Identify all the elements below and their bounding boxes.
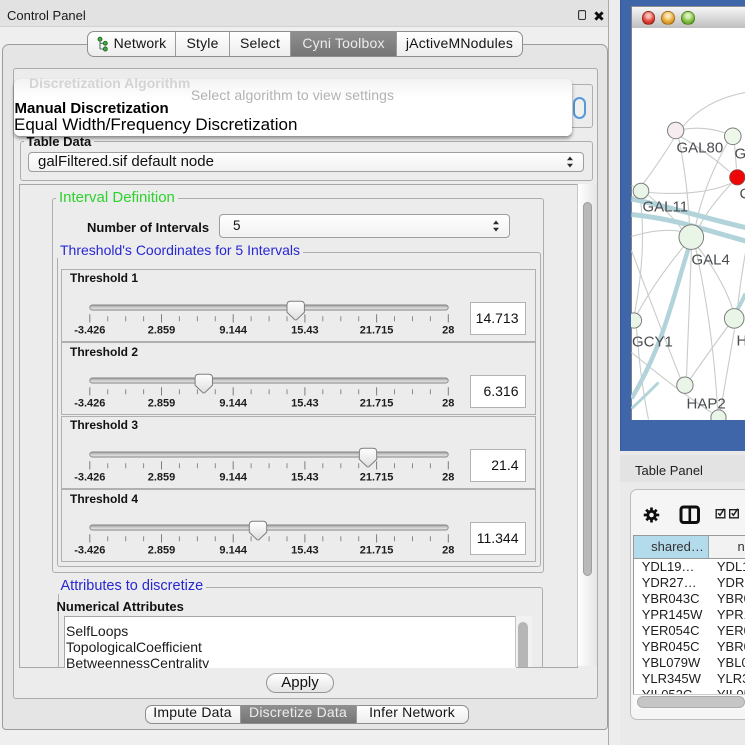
svg-text:GAL4: GAL4	[691, 251, 729, 268]
svg-text:CRP: CRP	[739, 185, 745, 202]
svg-text:2.859: 2.859	[148, 324, 176, 336]
svg-text:21.715: 21.715	[360, 471, 394, 483]
svg-text:9.144: 9.144	[219, 471, 247, 483]
svg-text:21.715: 21.715	[360, 398, 394, 410]
svg-text:9.144: 9.144	[219, 324, 247, 336]
svg-text:2.859: 2.859	[148, 471, 176, 483]
svg-text:-3.426: -3.426	[74, 324, 105, 336]
svg-text:2.859: 2.859	[148, 398, 176, 410]
svg-text:9.144: 9.144	[219, 398, 247, 410]
svg-text:-3.426: -3.426	[74, 471, 105, 483]
svg-text:-3.426: -3.426	[74, 545, 105, 557]
svg-text:15.43: 15.43	[291, 398, 319, 410]
svg-text:HAP: HAP	[736, 332, 745, 349]
svg-text:15.43: 15.43	[291, 471, 319, 483]
svg-text:28: 28	[442, 324, 454, 336]
svg-text:HAP2: HAP2	[686, 395, 725, 412]
svg-text:GAL7: GAL7	[734, 145, 745, 162]
svg-text:9.144: 9.144	[219, 545, 247, 557]
svg-text:15.43: 15.43	[291, 324, 319, 336]
svg-text:GCY1: GCY1	[632, 333, 673, 350]
svg-text:28: 28	[442, 545, 454, 557]
svg-text:-3.426: -3.426	[74, 398, 105, 410]
svg-text:28: 28	[442, 398, 454, 410]
svg-text:28: 28	[442, 471, 454, 483]
svg-text:21.715: 21.715	[360, 324, 394, 336]
svg-text:15.43: 15.43	[291, 545, 319, 557]
svg-text:GAL80: GAL80	[676, 139, 723, 156]
svg-text:GAL11: GAL11	[642, 198, 688, 215]
svg-text:21.715: 21.715	[360, 545, 394, 557]
svg-text:2.859: 2.859	[148, 545, 176, 557]
